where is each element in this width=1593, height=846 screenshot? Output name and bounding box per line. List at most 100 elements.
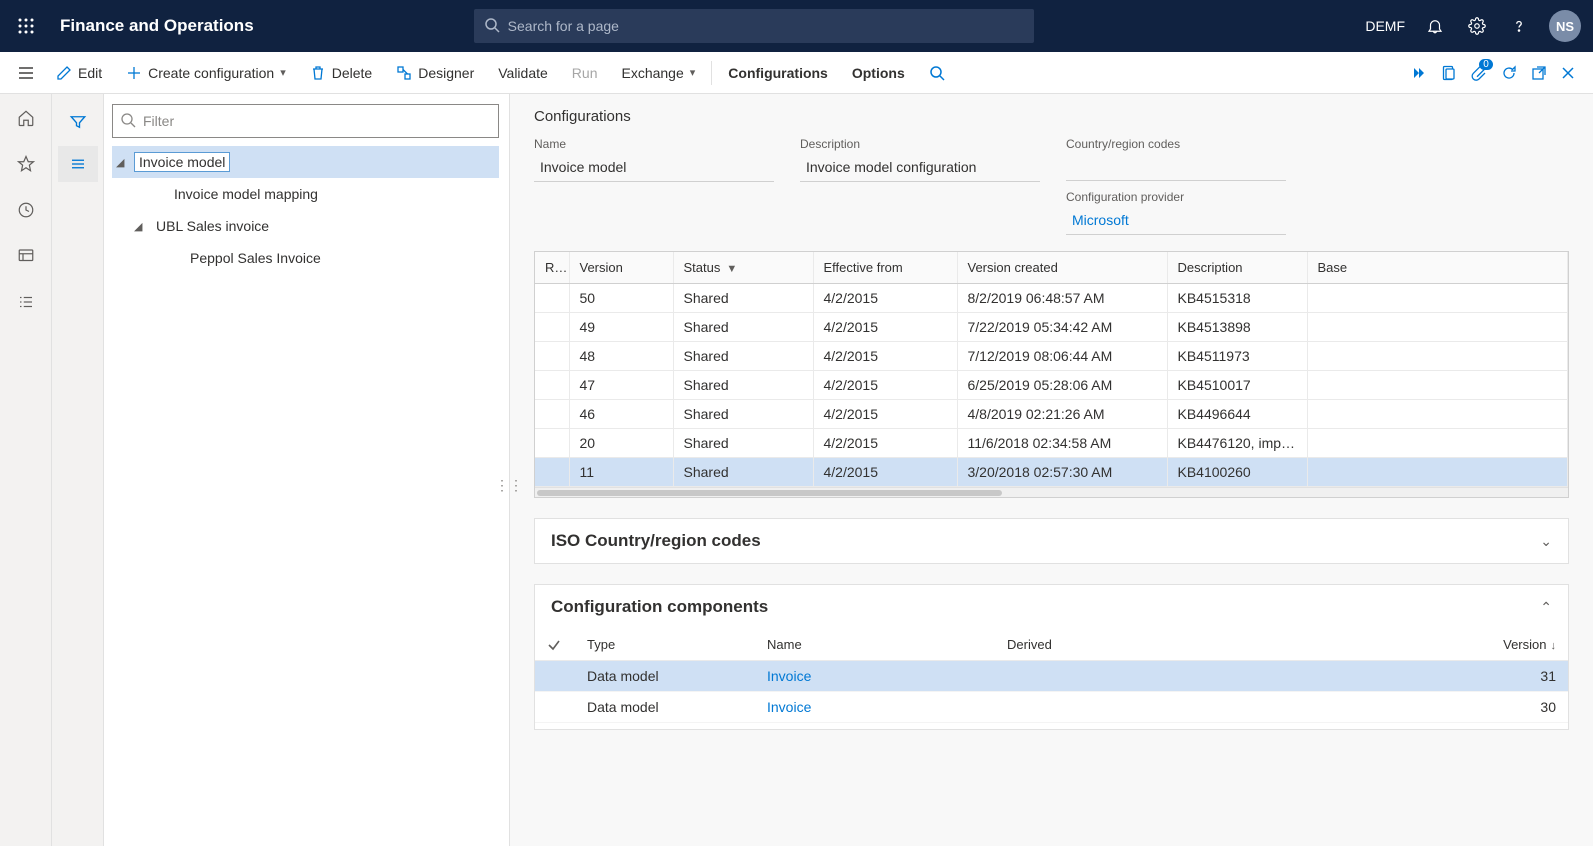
- configurations-button[interactable]: Configurations: [716, 52, 840, 93]
- notifications-button[interactable]: [1423, 14, 1447, 38]
- grid-row[interactable]: 20Shared4/2/201511/6/2018 02:34:58 AMKB4…: [535, 429, 1568, 458]
- col-rebase[interactable]: R...: [535, 252, 569, 284]
- components-section: Configuration components ⌃ Type Name Der…: [534, 584, 1569, 730]
- settings-button[interactable]: [1465, 14, 1489, 38]
- tree-filter-input[interactable]: [112, 104, 499, 138]
- country-codes-value[interactable]: [1066, 155, 1286, 181]
- iso-section-header[interactable]: ISO Country/region codes ⌄: [535, 519, 1568, 563]
- cell-created: 11/6/2018 02:34:58 AM: [957, 429, 1167, 458]
- separator: [711, 61, 712, 85]
- col-name[interactable]: Name: [755, 629, 995, 661]
- horizontal-scrollbar[interactable]: [535, 487, 1568, 497]
- components-section-header[interactable]: Configuration components ⌃: [535, 585, 1568, 629]
- caret-icon[interactable]: ◢: [134, 220, 152, 233]
- tree-node-ubl-sales-invoice[interactable]: ◢ UBL Sales invoice: [112, 210, 499, 242]
- edit-button[interactable]: Edit: [44, 52, 114, 93]
- tree-node-peppol-sales-invoice[interactable]: Peppol Sales Invoice: [112, 242, 499, 274]
- provider-value[interactable]: Microsoft: [1066, 208, 1286, 235]
- global-search-box: [474, 9, 1034, 43]
- cell-name[interactable]: Invoice: [755, 661, 995, 692]
- grid-row[interactable]: 46Shared4/2/20154/8/2019 02:21:26 AMKB44…: [535, 400, 1568, 429]
- cell-base: [1307, 313, 1568, 342]
- name-value[interactable]: Invoice model: [534, 155, 774, 182]
- rail-workspaces-button[interactable]: [12, 242, 40, 270]
- cell-description: KB4510017: [1167, 371, 1307, 400]
- grid-row[interactable]: 50Shared4/2/20158/2/2019 06:48:57 AMKB45…: [535, 284, 1568, 313]
- create-label: Create configuration: [148, 65, 274, 81]
- tree-node-label: UBL Sales invoice: [152, 217, 273, 235]
- cell-base: [1307, 400, 1568, 429]
- grid-row[interactable]: 48Shared4/2/20157/12/2019 08:06:44 AMKB4…: [535, 342, 1568, 371]
- list-toggle-button[interactable]: [58, 146, 98, 182]
- edit-label: Edit: [78, 65, 102, 81]
- popout-button[interactable]: [1531, 65, 1547, 81]
- col-type[interactable]: Type: [575, 629, 755, 661]
- component-row[interactable]: Data modelInvoice30: [535, 692, 1568, 723]
- grid-row[interactable]: 49Shared4/2/20157/22/2019 05:34:42 AMKB4…: [535, 313, 1568, 342]
- cell-effective: 4/2/2015: [813, 458, 957, 487]
- col-cversion[interactable]: Version↓: [1155, 629, 1568, 661]
- cell-rebase: [535, 371, 569, 400]
- cell-select[interactable]: [535, 692, 575, 723]
- col-version[interactable]: Version: [569, 252, 673, 284]
- help-button[interactable]: [1507, 14, 1531, 38]
- rail-home-button[interactable]: [12, 104, 40, 132]
- tree-node-invoice-model[interactable]: ◢ Invoice model: [112, 146, 499, 178]
- designer-button[interactable]: Designer: [384, 52, 486, 93]
- col-select[interactable]: [535, 629, 575, 661]
- caret-icon[interactable]: ◢: [116, 156, 134, 169]
- description-value[interactable]: Invoice model configuration: [800, 155, 1040, 182]
- col-status[interactable]: Status▼: [673, 252, 813, 284]
- cell-description: KB4511973: [1167, 342, 1307, 371]
- validate-button[interactable]: Validate: [486, 52, 560, 93]
- cell-created: 7/22/2019 05:34:42 AM: [957, 313, 1167, 342]
- component-row[interactable]: Data modelInvoice 31: [535, 661, 1568, 692]
- filter-icon[interactable]: ▼: [726, 263, 737, 275]
- grid-row[interactable]: 11Shared4/2/20153/20/2018 02:57:30 AMKB4…: [535, 458, 1568, 487]
- rail-recent-button[interactable]: [12, 196, 40, 224]
- exchange-button[interactable]: Exchange ▾: [609, 52, 707, 93]
- user-avatar[interactable]: NS: [1549, 10, 1581, 42]
- delete-button[interactable]: Delete: [298, 52, 384, 93]
- options-button[interactable]: Options: [840, 52, 917, 93]
- col-effective[interactable]: Effective from: [813, 252, 957, 284]
- cell-version: 31: [1155, 661, 1568, 692]
- cell-version: 46: [569, 400, 673, 429]
- search-action-button[interactable]: [917, 52, 957, 93]
- attachments-button[interactable]: 0: [1471, 65, 1487, 81]
- nav-toggle-button[interactable]: [8, 64, 44, 82]
- page-options-button[interactable]: [1441, 65, 1457, 81]
- designer-label: Designer: [418, 65, 474, 81]
- cell-description: KB4100260: [1167, 458, 1307, 487]
- cell-name[interactable]: Invoice: [755, 692, 995, 723]
- refresh-button[interactable]: [1501, 65, 1517, 81]
- chevron-down-icon: ▾: [690, 66, 696, 79]
- related-info-button[interactable]: [1411, 65, 1427, 81]
- rail-modules-button[interactable]: [12, 288, 40, 316]
- col-created[interactable]: Version created: [957, 252, 1167, 284]
- splitter-handle[interactable]: ⋮⋮: [505, 470, 513, 500]
- cell-created: 4/8/2019 02:21:26 AM: [957, 400, 1167, 429]
- filter-toggle-button[interactable]: [58, 104, 98, 140]
- rail-favorites-button[interactable]: [12, 150, 40, 178]
- iso-section-title: ISO Country/region codes: [551, 531, 761, 551]
- cell-created: 8/2/2019 06:48:57 AM: [957, 284, 1167, 313]
- search-icon: [120, 112, 136, 128]
- cell-effective: 4/2/2015: [813, 371, 957, 400]
- app-launcher-button[interactable]: [12, 12, 40, 40]
- cell-rebase: [535, 313, 569, 342]
- grid-row[interactable]: 47Shared4/2/20156/25/2019 05:28:06 AMKB4…: [535, 371, 1568, 400]
- cell-type: Data model: [575, 661, 755, 692]
- tree-node-label: Invoice model mapping: [170, 185, 322, 203]
- create-configuration-button[interactable]: Create configuration ▾: [114, 52, 298, 93]
- global-search-input[interactable]: [474, 9, 1034, 43]
- components-section-title: Configuration components: [551, 597, 768, 617]
- company-picker[interactable]: DEMF: [1365, 18, 1405, 34]
- left-rail: [0, 94, 52, 846]
- cell-select[interactable]: [535, 661, 575, 692]
- close-button[interactable]: [1561, 66, 1575, 80]
- col-description[interactable]: Description: [1167, 252, 1307, 284]
- col-base[interactable]: Base: [1307, 252, 1568, 284]
- col-derived[interactable]: Derived: [995, 629, 1155, 661]
- tree-node-invoice-model-mapping[interactable]: Invoice model mapping: [112, 178, 499, 210]
